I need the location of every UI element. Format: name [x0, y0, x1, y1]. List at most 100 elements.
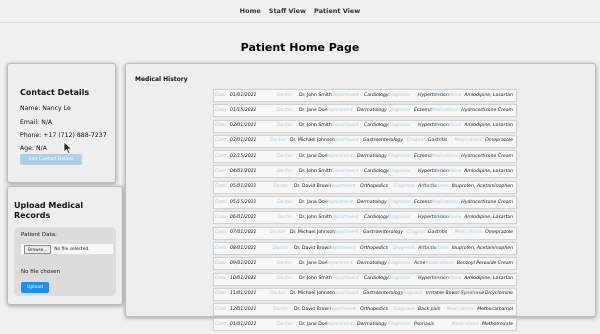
department-value: Orthopedics — [360, 306, 388, 312]
contact-email: Email: N/A — [20, 119, 53, 126]
top-nav: Home Staff View Patient View — [0, 0, 600, 22]
department-label: Department — [325, 199, 353, 205]
doctor-value: Dr. David Brown — [294, 245, 332, 251]
nav-staff-view-link[interactable]: Staff View — [269, 7, 306, 15]
history-row: Date 01/15/2021 Doctor Dr. Jane Doe Departme… — [213, 104, 517, 118]
doctor-label: Doctor — [277, 92, 293, 98]
department-value: Gastroenterology — [363, 291, 404, 297]
contact-heading: Contact Details — [20, 88, 90, 97]
diagnosis-label: Diagnosis — [388, 322, 411, 328]
date-label: Date — [215, 153, 226, 159]
history-row: Date 09/01/2021 Doctor Dr. Jane Doe Departme… — [213, 257, 517, 271]
date-value: 01/01/2021 — [230, 92, 257, 98]
doctor-label: Doctor — [277, 214, 293, 220]
department-label: Department — [325, 260, 353, 266]
nav-divider — [0, 22, 600, 23]
date-value: 12/01/2021 — [230, 306, 257, 312]
history-row: Date 12/01/2021 Doctor Dr. David Brown Depar… — [213, 303, 517, 317]
diagnosis-value: Acne — [414, 260, 426, 266]
department-value: Orthopedics — [360, 184, 388, 190]
file-input[interactable]: Browse... No file selected. — [20, 243, 114, 255]
doctor-value: Dr. David Brown — [294, 306, 332, 312]
department-value: Dermatology — [357, 199, 387, 205]
medication-label: Medications — [454, 230, 483, 236]
department-label: Department — [328, 306, 356, 312]
medication-label: Medications — [433, 169, 462, 175]
department-label: Department — [328, 245, 356, 251]
diagnosis-value: Eczema — [414, 107, 432, 113]
department-label: Department — [331, 214, 359, 220]
date-label: Date — [215, 107, 226, 113]
department-value: Cardiology — [364, 92, 389, 98]
department-value: Dermatology — [357, 260, 387, 266]
doctor-value: Dr. Jane Doe — [299, 322, 328, 328]
browse-button[interactable]: Browse... — [24, 244, 52, 254]
medication-value: Amlodipine, Losartan — [464, 276, 513, 282]
medication-label: Medications — [433, 92, 462, 98]
date-label: Date — [215, 123, 226, 129]
department-label: Department — [325, 322, 353, 328]
diagnosis-label: Diagnosis — [393, 245, 416, 251]
doctor-label: Doctor — [277, 260, 293, 266]
diagnosis-value: Back pain — [418, 306, 441, 312]
medication-label: Medications — [433, 214, 462, 220]
doctor-label: Doctor — [277, 107, 293, 113]
doctor-label: Doctor — [273, 184, 289, 190]
doctor-value: Dr. John Smith — [299, 169, 332, 175]
upload-heading: Upload Medical Records — [14, 201, 84, 220]
department-value: Dermatology — [357, 153, 387, 159]
date-value: 04/01/2021 — [230, 169, 257, 175]
doctor-value: Dr. John Smith — [299, 92, 332, 98]
department-label: Department — [331, 169, 359, 175]
contact-phone: Phone: +17 (712) 888-7237 — [20, 132, 107, 139]
diagnosis-label: Diagnosis — [388, 199, 411, 205]
doctor-label: Doctor — [277, 322, 293, 328]
medication-value: Omeprazole — [485, 138, 513, 144]
upload-form: Patient Data: Browse... No file selected… — [14, 227, 116, 296]
date-label: Date — [215, 199, 226, 205]
nav-patient-view-link[interactable]: Patient View — [314, 7, 360, 15]
date-value: 05/01/2021 — [230, 184, 257, 190]
mouse-pointer-icon — [63, 141, 73, 155]
doctor-value: Dr. Michael Johnson — [290, 291, 336, 297]
medical-history-heading: Medical History — [135, 76, 188, 83]
doctor-value: Dr. John Smith — [299, 214, 332, 220]
history-row: Date 05/01/2021 Doctor Dr. David Brown Depar… — [213, 180, 517, 194]
doctor-label: Doctor — [277, 123, 293, 129]
upload-button[interactable]: Upload — [21, 282, 49, 293]
medication-label: Medications — [421, 245, 449, 251]
history-row: Date 05/15/2021 Doctor Dr. Jane Doe Departme… — [213, 196, 517, 210]
doctor-label: Doctor — [270, 138, 286, 144]
edit-contact-button[interactable]: Edit Contact Details — [20, 154, 82, 165]
contact-name: Name: Nancy Le — [20, 105, 71, 112]
diagnosis-label: Diagnosis — [401, 291, 424, 297]
date-value: 02/01/2021 — [230, 123, 257, 129]
medication-value: Amlodipine, Losartan — [464, 92, 513, 98]
doctor-label: Doctor — [277, 276, 293, 282]
medication-label: Medications — [433, 123, 462, 129]
medication-label: Medications — [430, 199, 459, 205]
diagnosis-label: Diagnosis — [393, 306, 416, 312]
history-row: Date 11/01/2021 Doctor Dr. Michael Johnson D… — [213, 287, 517, 301]
date-value: 05/15/2021 — [230, 199, 257, 205]
department-label: Department — [331, 123, 359, 129]
doctor-label: Doctor — [270, 291, 286, 297]
date-label: Date — [215, 245, 226, 251]
medication-label: Medications — [430, 153, 459, 159]
date-label: Date — [215, 92, 226, 98]
department-label: Department — [325, 107, 353, 113]
nav-home-link[interactable]: Home — [240, 7, 261, 15]
medication-label: Medications — [454, 138, 483, 144]
history-row: Date 03/01/2021 Doctor Dr. Michael Johnson D… — [213, 134, 517, 148]
department-label: Department — [331, 230, 359, 236]
history-row: Date 04/01/2021 Doctor Dr. John Smith Depart… — [213, 165, 517, 179]
diagnosis-label: Diagnosis — [388, 123, 411, 129]
department-label: Department — [331, 276, 359, 282]
history-row: Date 06/01/2021 Doctor Dr. John Smith Depart… — [213, 211, 517, 225]
doctor-value: Dr. Jane Doe — [299, 260, 328, 266]
diagnosis-value: Eczema — [414, 153, 432, 159]
department-value: Cardiology — [364, 169, 389, 175]
date-label: Date — [215, 184, 226, 190]
patient-data-label: Patient Data: — [21, 232, 57, 238]
doctor-value: Dr. Michael Johnson — [290, 230, 336, 236]
